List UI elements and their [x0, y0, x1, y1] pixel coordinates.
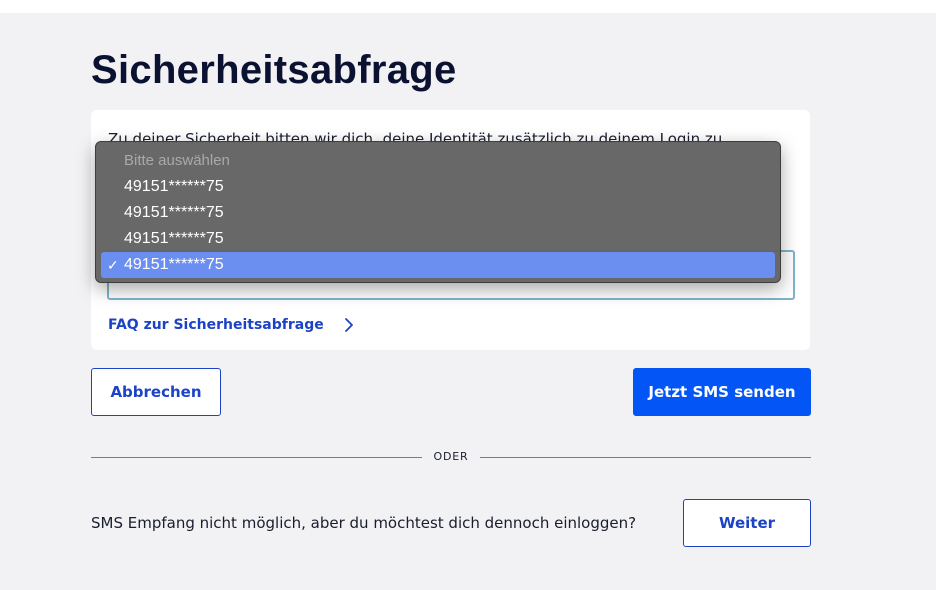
top-header-strip	[0, 0, 936, 13]
page-title: Sicherheitsabfrage	[91, 48, 457, 92]
faq-link[interactable]: FAQ zur Sicherheitsabfrage	[108, 316, 356, 334]
dropdown-option[interactable]: 49151******75	[101, 200, 775, 226]
chevron-right-icon	[344, 318, 353, 332]
divider-label: ODER	[433, 450, 469, 463]
dropdown-option[interactable]: 49151******75	[101, 174, 775, 200]
sms-unavailable-text: SMS Empfang nicht möglich, aber du möcht…	[91, 514, 637, 532]
faq-link-label: FAQ zur Sicherheitsabfrage	[108, 317, 324, 333]
dropdown-option-label: 49151******75	[124, 178, 224, 195]
divider-line-left	[91, 457, 422, 458]
dropdown-option-label: 49151******75	[124, 256, 224, 273]
checkmark-icon: ✓	[107, 257, 119, 273]
dropdown-option-label: 49151******75	[124, 204, 224, 221]
cancel-button[interactable]: Abbrechen	[91, 368, 221, 416]
dropdown-option-selected[interactable]: ✓ 49151******75	[101, 252, 775, 278]
phone-number-dropdown[interactable]: Bitte auswählen 49151******75 49151*****…	[95, 141, 781, 283]
dropdown-option-label: 49151******75	[124, 230, 224, 247]
dropdown-option[interactable]: 49151******75	[101, 226, 775, 252]
dropdown-option-placeholder[interactable]: Bitte auswählen	[101, 148, 775, 174]
continue-button[interactable]: Weiter	[683, 499, 811, 547]
send-sms-button[interactable]: Jetzt SMS senden	[633, 368, 811, 416]
divider-line-right	[480, 457, 811, 458]
